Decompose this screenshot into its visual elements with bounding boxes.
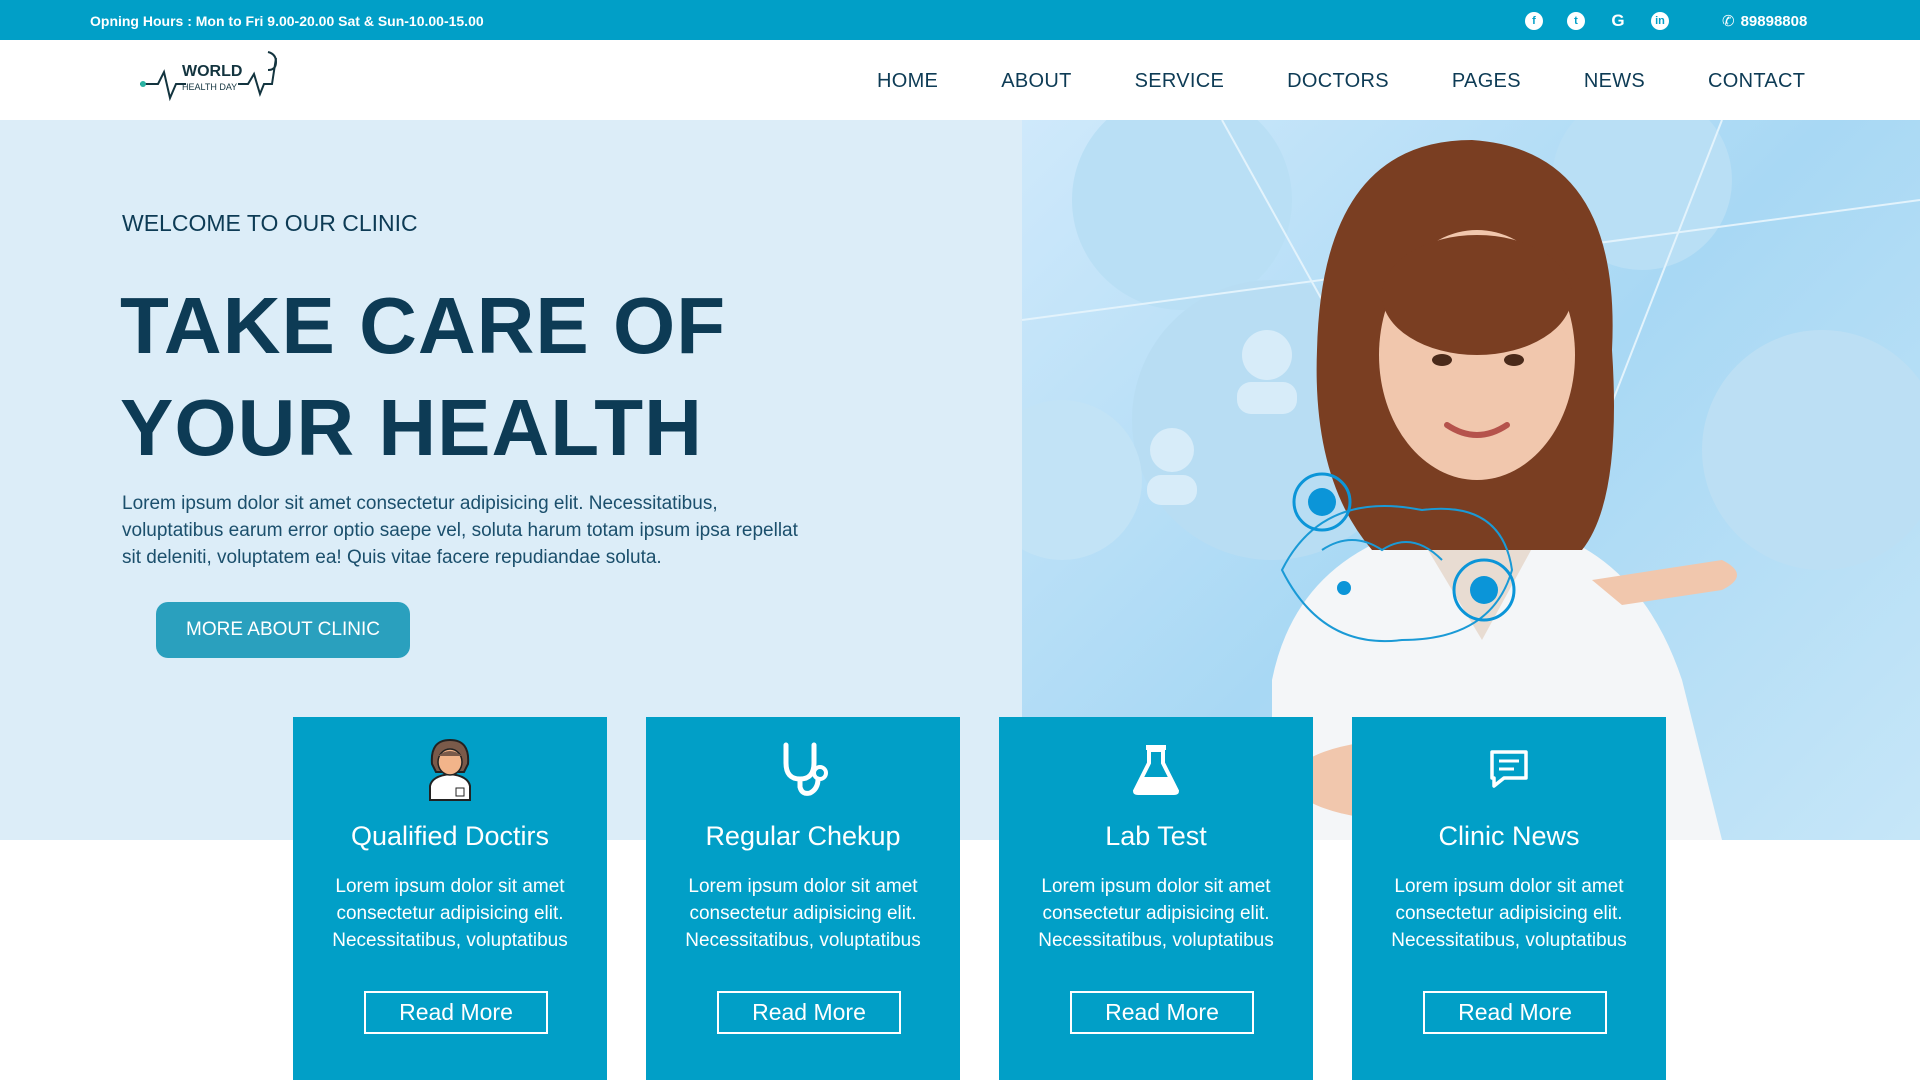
card-title: Clinic News <box>1438 821 1580 851</box>
primary-nav: HOME ABOUT SERVICE DOCTORS PAGES NEWS CO… <box>877 70 1805 93</box>
nav-contact[interactable]: CONTACT <box>1708 70 1805 93</box>
logo-text-health-day: HEALTH DAY <box>182 82 237 92</box>
card-text: Lorem ipsum dolor sit amet consectetur a… <box>332 876 568 951</box>
card-title: Regular Chekup <box>705 821 901 851</box>
feature-card-doctors: Qualified Doctirs Lorem ipsum dolor sit … <box>293 717 607 1080</box>
feature-card-news: Clinic News Lorem ipsum dolor sit amet c… <box>1352 717 1666 1080</box>
stethoscope-icon <box>646 737 960 801</box>
twitter-icon[interactable]: t <box>1567 12 1585 30</box>
more-about-clinic-button[interactable]: MORE ABOUT CLINIC <box>156 602 410 658</box>
nav-pages[interactable]: PAGES <box>1452 70 1521 93</box>
card-title: Qualified Doctirs <box>350 821 550 851</box>
phone-contact[interactable]: ✆ 89898808 <box>1722 12 1808 31</box>
hero-headline: TAKE CARE OF YOUR HEALTH <box>120 275 840 479</box>
chat-icon <box>1352 737 1666 801</box>
nav-doctors[interactable]: DOCTORS <box>1287 70 1389 93</box>
card-title: Lab Test <box>1105 821 1207 851</box>
world-health-day-logo[interactable]: WORLD HEALTH DAY <box>138 48 288 106</box>
feature-card-checkup: Regular Chekup Lorem ipsum dolor sit ame… <box>646 717 960 1080</box>
top-info-bar: Opning Hours : Mon to Fri 9.00-20.00 Sat… <box>0 0 1920 40</box>
read-more-button[interactable]: Read More <box>364 991 548 1034</box>
hero-description: Lorem ipsum dolor sit amet consectetur a… <box>122 493 798 568</box>
phone-icon: ✆ <box>1722 13 1735 30</box>
facebook-icon[interactable]: f <box>1525 12 1543 30</box>
nav-about[interactable]: ABOUT <box>1001 70 1071 93</box>
opening-hours: Opning Hours : Mon to Fri 9.00-20.00 Sat… <box>90 13 484 29</box>
read-more-button[interactable]: Read More <box>1070 991 1254 1034</box>
social-links: f t G in <box>1525 11 1669 30</box>
doctor-icon <box>293 737 607 801</box>
hero-headline-line-2: YOUR HEALTH <box>120 383 703 472</box>
logo-text-world: WORLD <box>182 63 242 80</box>
flask-icon <box>999 737 1313 801</box>
read-more-button[interactable]: Read More <box>717 991 901 1034</box>
read-more-button[interactable]: Read More <box>1423 991 1607 1034</box>
card-text: Lorem ipsum dolor sit amet consectetur a… <box>1391 876 1627 951</box>
card-text: Lorem ipsum dolor sit amet consectetur a… <box>1038 876 1274 951</box>
linkedin-icon[interactable]: in <box>1651 12 1669 30</box>
hero-headline-line-1: TAKE CARE OF <box>120 281 727 370</box>
nav-service[interactable]: SERVICE <box>1135 70 1225 93</box>
nav-home[interactable]: HOME <box>877 70 938 93</box>
feature-card-lab-test: Lab Test Lorem ipsum dolor sit amet cons… <box>999 717 1313 1080</box>
hero-welcome-text: WELCOME TO OUR CLINIC <box>122 210 418 236</box>
nav-news[interactable]: NEWS <box>1584 70 1645 93</box>
card-text: Lorem ipsum dolor sit amet consectetur a… <box>685 876 921 951</box>
google-icon[interactable]: G <box>1609 11 1627 30</box>
phone-number: 89898808 <box>1740 12 1808 30</box>
